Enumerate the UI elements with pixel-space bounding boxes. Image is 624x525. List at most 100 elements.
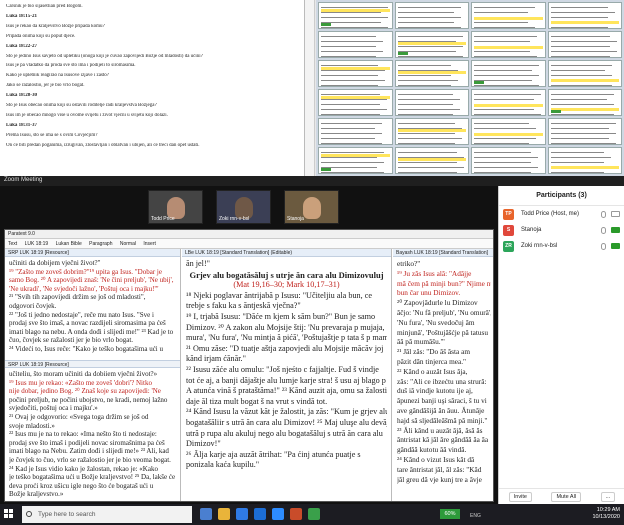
verse-line: kănd irjam ćănăr." xyxy=(186,354,246,364)
toolbar-item[interactable]: Text xyxy=(8,241,17,247)
verse-line: păzit dăn tinjerca mea." xyxy=(397,356,467,366)
verse-line: deva proći kroz ušicu igle nego što će b… xyxy=(9,481,154,490)
document-line: Jako se ražalostio, jer je bio vrlo boga… xyxy=(6,83,85,89)
remote-document: Carsnik je bio sijasetlian pred Bogom. Lu… xyxy=(0,0,305,176)
camera-icon[interactable] xyxy=(611,227,620,233)
camera-icon[interactable] xyxy=(611,243,620,249)
paratext-title: Paratext 9.0 xyxy=(8,231,35,237)
taskbar-search[interactable]: Type here to search xyxy=(22,506,192,523)
right-header[interactable]: Bayash LUK 18:19 [Standard Translation] xyxy=(393,249,493,257)
verse-line: mura', 'Nu fura', 'Nu mintja ă pićă', 'P… xyxy=(186,333,387,343)
more-button[interactable]: ... xyxy=(600,491,616,502)
video-tile[interactable]: Todd Price xyxy=(148,190,203,224)
participant-row[interactable]: TP Todd Price (Host, me) xyxy=(499,206,624,222)
participants-panel: Participants (3) TP Todd Price (Host, me)… xyxy=(498,186,624,504)
remote-window-thumbnail xyxy=(547,147,622,174)
paratext-title-bar: Paratext 9.0 xyxy=(5,230,493,239)
video-tile[interactable]: Stanoja xyxy=(284,190,339,224)
verse-line: etriko?" xyxy=(397,259,421,268)
document-line: Sto je Isus obećao onima koji su ostavil… xyxy=(6,103,157,109)
verse-line: ¹⁸ Njeki poglavar ăntrijabă p Isusu: "Uč… xyxy=(186,290,372,300)
verse-line: učiniti da dobijem vječni život?" xyxy=(9,259,101,267)
participant-name: Zoki rnn-v-bsl xyxy=(521,243,558,249)
edge-icon[interactable] xyxy=(236,508,248,520)
microphone-icon[interactable] xyxy=(601,227,606,234)
language-indicator[interactable]: ENG xyxy=(470,513,481,519)
video-tile[interactable]: Zoki rnn-v-bsl xyxy=(216,190,271,224)
clock-time: 10:29 AM xyxy=(596,507,620,513)
remote-window-thumbnail xyxy=(471,147,546,174)
document-line: Kako je upletnik reagirao na Isusove izj… xyxy=(6,73,110,79)
remote-scrollbar[interactable] xyxy=(305,0,315,176)
word-icon[interactable] xyxy=(254,508,266,520)
participants-list: TP Todd Price (Host, me) S Stanoja ZR Zoki rn… xyxy=(499,206,624,254)
avatar: ZR xyxy=(503,241,514,252)
verse-line: ¹⁹ I, trjabă Isusu: "Dăće m kjem k săm b… xyxy=(186,311,376,321)
battery-indicator[interactable]: 60% xyxy=(440,509,460,519)
verse-line: ¹⁹ "Zašto me zoveš dobrim?"¹⁹ upita ga I… xyxy=(9,267,162,276)
participant-name: Todd Price (Host, me) xyxy=(521,211,580,217)
document-line: Luka 18:31-37 xyxy=(6,122,37,128)
app-icon[interactable] xyxy=(308,508,320,520)
document-line: Isus je pa vladatko da proda sve što ima… xyxy=(6,63,136,69)
remote-window-thumbnail xyxy=(547,2,622,29)
remote-window-thumbnail xyxy=(394,2,469,29)
microphone-icon[interactable] xyxy=(601,211,606,218)
toolbar-item[interactable]: Insert xyxy=(143,241,156,247)
left-bottom-text[interactable]: učiteliu, što moram učiniti da dobiiem v… xyxy=(5,368,180,501)
system-clock[interactable]: 10:29 AM 10/13/2020 xyxy=(592,507,620,521)
left-top-header[interactable]: SRP LUK 18:19 [Resource] xyxy=(5,249,180,257)
remote-window-thumbnail xyxy=(318,147,393,174)
right-pane: Bayash LUK 18:19 [Standard Translation] … xyxy=(393,249,493,501)
screen: Carsnik je bio sijasetlian pred Bogom. Lu… xyxy=(0,0,624,525)
verse-line: samo Bog. ²⁰ A zapovijedi znaš: 'Ne čini… xyxy=(9,276,174,285)
remote-window-thumbnail xyxy=(547,118,622,145)
participant-row[interactable]: ZR Zoki rnn-v-bsl xyxy=(499,238,624,254)
verse-line: imati blago na nebu. A onda dođi i slije… xyxy=(9,327,174,336)
center-header[interactable]: LBe LUK 18:19 [Standard Translation] (Ed… xyxy=(182,249,391,257)
document-line: On će biti predan poganima, izrugivan, z… xyxy=(6,142,200,148)
app-icon[interactable] xyxy=(290,508,302,520)
mute-all-button[interactable]: Mute All xyxy=(551,491,582,502)
left-top-text[interactable]: učiniti da dobijem vječni život?" ¹⁹ "Zaš… xyxy=(5,257,180,360)
verse-line: ăčjo: 'Nu fă preljub', 'Nu omură', xyxy=(397,307,491,317)
verse-line: ²⁴ Kănd Isusu la văzut kăt je žalostit, … xyxy=(186,407,387,417)
right-text[interactable]: etriko?" ¹⁹ Ju zăs Isus ală: "Adăjje mă če… xyxy=(393,257,493,486)
document-line: Luka 18:15-21 xyxy=(6,13,37,19)
remote-window-thumbnail xyxy=(318,118,393,145)
center-text[interactable]: ăn jel!" Grjev alu bogatăsăluj s utrje ăn… xyxy=(182,257,391,473)
remote-window-thumbnail xyxy=(394,118,469,145)
verse-line: ²⁰ Zapovjădurle lu Dimizov xyxy=(397,298,478,308)
toolbar-item[interactable]: Lukan Bible xyxy=(56,241,82,247)
zoom-icon[interactable] xyxy=(272,508,284,520)
file-explorer-icon[interactable] xyxy=(218,508,230,520)
remote-window-thumbnail xyxy=(394,89,469,116)
left-bottom-header[interactable]: SRP LUK 18:19 [Resource] xyxy=(5,360,180,368)
verse-line: svoje mladosti.» xyxy=(9,421,55,430)
windows-start-icon[interactable] xyxy=(4,509,14,519)
search-icon xyxy=(26,511,32,517)
verse-line: bogatašăliir s utră ăn cara alu Dimizov!… xyxy=(186,417,387,427)
verse-line: ¹⁹ Isus mu je rekao: «Zašto me zoveš 'do… xyxy=(9,378,152,387)
task-view-icon[interactable] xyxy=(200,508,212,520)
camera-icon[interactable] xyxy=(611,211,620,217)
verse-line: ²² Isusu zăće alu omulu: "Još njeśto c f… xyxy=(186,364,379,374)
participant-row[interactable]: S Stanoja xyxy=(499,222,624,238)
verse-line: A atunća vină š prataštăma!" ²³ Kănd auz… xyxy=(186,386,387,396)
video-strip: Todd Price Zoki rnn-v-bsl Stanoja xyxy=(0,186,498,228)
toolbar-item[interactable]: LUK 18:19 xyxy=(25,241,49,247)
verse-line: jăl greu dă vje kunj tre a ăvje xyxy=(397,474,482,484)
document-line: Luka 18:22-27 xyxy=(6,43,37,49)
remote-window-thumbnail xyxy=(394,60,469,87)
verse-line: Božje kraljevstvo.» xyxy=(9,490,64,499)
verse-line: ²⁴ Kănd o vizut Isus kăt dă xyxy=(397,454,475,464)
toolbar-item[interactable]: Paragraph xyxy=(89,241,112,247)
verse-line: duš iă vindje kutotu ije aj, xyxy=(397,386,473,396)
verse-line: nije dobar, jedino Bog. ²⁰ Znaš koje su … xyxy=(9,387,161,396)
invite-button[interactable]: Invite xyxy=(508,491,532,502)
microphone-icon[interactable] xyxy=(601,243,606,250)
remote-window-thumbnail xyxy=(471,60,546,87)
toolbar-item[interactable]: Normal xyxy=(120,241,136,247)
remote-window-thumbnail xyxy=(471,2,546,29)
verse-line: minjună', 'Poštujăšćje pă tatusu xyxy=(397,327,488,337)
